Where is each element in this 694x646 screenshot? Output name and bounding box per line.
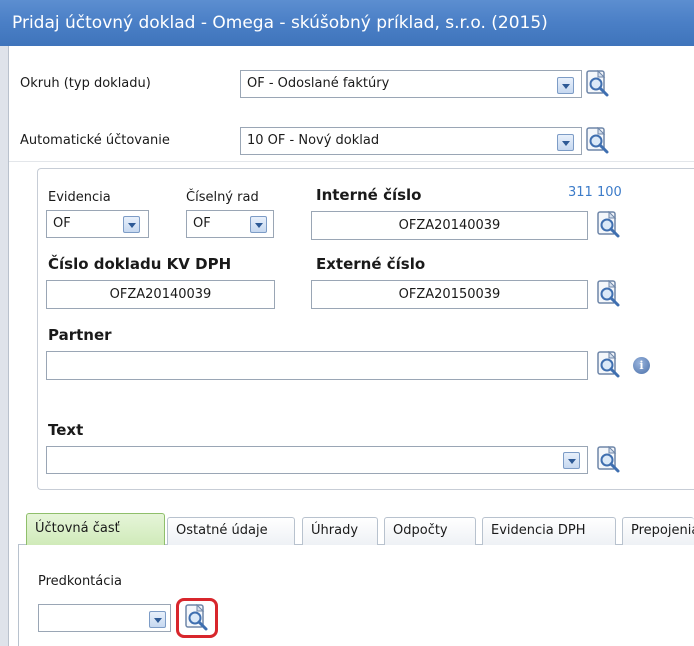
predkontacia-label: Predkontácia	[38, 574, 122, 589]
magnifier-page-icon	[596, 351, 622, 379]
partner-lookup-button[interactable]	[596, 351, 622, 379]
evidencia-value: OF	[53, 216, 71, 231]
tab-odpocty[interactable]: Odpočty	[384, 517, 476, 545]
ciselny-rad-dropdown-button[interactable]	[250, 216, 267, 233]
highlight-annotation	[176, 598, 218, 638]
automaticke-lookup-button[interactable]	[585, 127, 611, 155]
window-left-border	[0, 46, 9, 646]
magnifier-page-icon	[585, 127, 611, 155]
automaticke-select[interactable]: 10 OF - Nový doklad	[240, 127, 582, 155]
evidencia-dropdown-button[interactable]	[123, 216, 140, 233]
tab-evidencia-dph[interactable]: Evidencia DPH	[482, 517, 616, 545]
externe-cislo-value: OFZA20150039	[398, 287, 501, 302]
interne-cislo-label: Interné číslo	[316, 186, 422, 204]
okruh-label: Okruh (typ dokladu)	[20, 76, 151, 91]
okruh-lookup-button[interactable]	[585, 70, 611, 98]
predkontacia-dropdown-button[interactable]	[149, 611, 166, 628]
cislo-kv-dph-value: OFZA20140039	[109, 287, 212, 302]
info-icon[interactable]: i	[633, 357, 650, 374]
cislo-kv-dph-label: Číslo dokladu KV DPH	[48, 255, 232, 273]
okruh-value: OF - Odoslané faktúry	[247, 76, 390, 91]
text-select[interactable]	[46, 446, 588, 474]
text-label: Text	[48, 421, 84, 439]
automaticke-dropdown-button[interactable]	[557, 134, 574, 151]
tab-uhrady[interactable]: Úhrady	[302, 517, 378, 545]
externe-cislo-label: Externé číslo	[316, 255, 426, 273]
evidencia-label: Evidencia	[48, 190, 111, 205]
tab-ostatne-udaje[interactable]: Ostatné údaje	[167, 517, 295, 545]
interne-cislo-counter: 311 100	[568, 185, 622, 200]
partner-field[interactable]	[46, 351, 588, 380]
okruh-select[interactable]: OF - Odoslané faktúry	[240, 70, 582, 98]
partner-label: Partner	[48, 326, 112, 344]
magnifier-page-icon	[596, 446, 622, 474]
ciselny-rad-value: OF	[193, 216, 211, 231]
magnifier-page-icon	[596, 280, 622, 308]
magnifier-page-icon	[585, 70, 611, 98]
cislo-kv-dph-field[interactable]: OFZA20140039	[46, 280, 275, 309]
ciselny-rad-label: Číselný rad	[186, 190, 259, 205]
interne-cislo-field[interactable]: OFZA20140039	[311, 211, 588, 240]
externe-cislo-field[interactable]: OFZA20150039	[311, 280, 588, 309]
interne-cislo-value: OFZA20140039	[398, 218, 501, 233]
magnifier-page-icon	[596, 211, 622, 239]
window-title: Pridaj účtovný doklad - Omega - skúšobný…	[0, 0, 694, 46]
text-dropdown-button[interactable]	[563, 452, 580, 469]
tab-uctovna-cast[interactable]: Účtovná časť	[26, 513, 165, 546]
externe-cislo-lookup-button[interactable]	[596, 280, 622, 308]
interne-cislo-lookup-button[interactable]	[596, 211, 622, 239]
okruh-dropdown-button[interactable]	[557, 77, 574, 94]
automaticke-label: Automatické účtovanie	[20, 133, 170, 148]
text-lookup-button[interactable]	[596, 446, 622, 474]
automaticke-value: 10 OF - Nový doklad	[247, 133, 380, 148]
tab-prepojenia[interactable]: Prepojenia	[622, 517, 694, 545]
